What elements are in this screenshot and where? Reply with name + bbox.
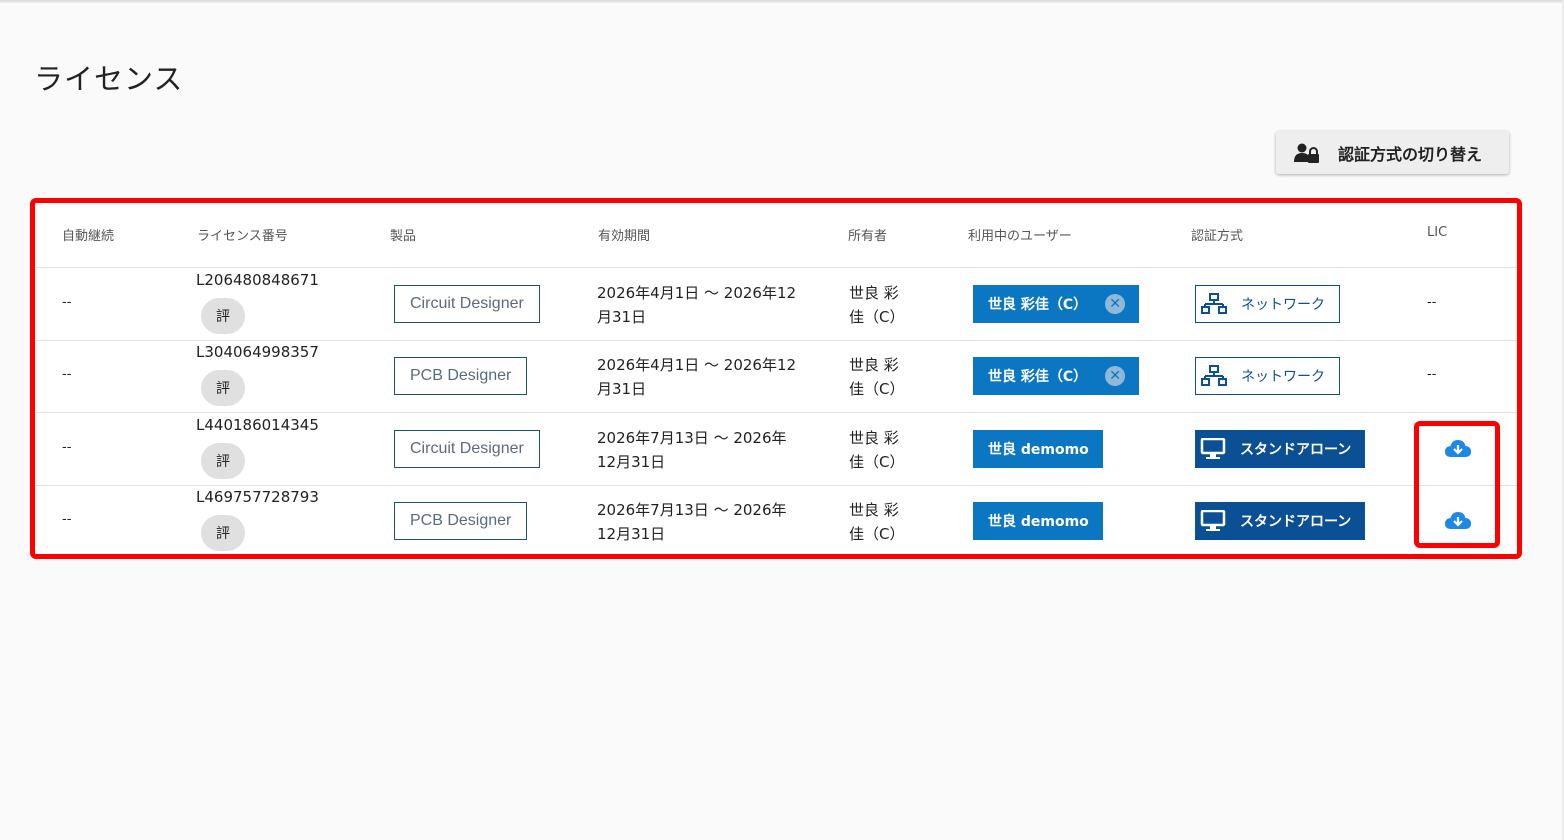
auth-method-label: ネットワーク <box>1241 369 1325 385</box>
active-user-label: 世良 彩佳（C） <box>988 369 1088 385</box>
auto-renew-value: -- <box>62 295 72 310</box>
product-button[interactable]: PCB Designer <box>394 502 528 540</box>
auto-renew-value: -- <box>62 440 72 455</box>
network-icon <box>1201 365 1227 386</box>
license-number: L304064998357 <box>196 343 319 361</box>
auto-renew-value: -- <box>62 367 72 382</box>
network-icon <box>1201 293 1227 314</box>
header-product: 製品 <box>390 229 417 244</box>
auth-method-standalone-button[interactable]: スタンドアローン <box>1195 502 1366 540</box>
auth-method-label: ネットワーク <box>1241 297 1325 313</box>
header-auto-renew: 自動継続 <box>62 229 115 244</box>
auth-method-standalone-button[interactable]: スタンドアローン <box>1195 430 1366 468</box>
owner-name: 世良 彩佳（C） <box>849 356 905 398</box>
top-shadow-bar <box>0 0 1564 3</box>
validity-period: 2026年7月13日 〜 2026年12月31日 <box>597 501 787 543</box>
license-number: L440186014345 <box>196 416 319 434</box>
license-number: L469757728793 <box>196 488 319 506</box>
switch-auth-method-button[interactable]: 認証方式の切り替え <box>1276 131 1509 174</box>
cloud-download-icon[interactable] <box>1444 438 1472 460</box>
owner-name: 世良 彩佳（C） <box>849 284 905 326</box>
remove-user-icon[interactable]: ✕ <box>1105 294 1126 314</box>
table-header: 自動継続 ライセンス番号 製品 有効期間 所有者 利用中のユーザー 認証方式 L… <box>36 203 1517 268</box>
active-user-chip[interactable]: 世良 彩佳（C） ✕ <box>973 357 1140 395</box>
auth-method-network-button[interactable]: ネットワーク <box>1195 357 1340 395</box>
evaluation-badge: 評 <box>201 515 245 551</box>
active-user-label: 世良 彩佳（C） <box>988 297 1088 313</box>
auth-method-label: スタンドアローン <box>1240 442 1352 458</box>
active-user-chip[interactable]: 世良 demomo <box>973 502 1103 540</box>
evaluation-badge: 評 <box>201 443 245 479</box>
product-button[interactable]: PCB Designer <box>394 357 528 395</box>
switch-auth-method-label: 認証方式の切り替え <box>1338 144 1483 164</box>
table-row: -- L469757728793 評 PCB Designer 2026年7月1… <box>36 485 1517 557</box>
owner-name: 世良 彩佳（C） <box>849 429 905 471</box>
evaluation-badge: 評 <box>201 298 245 334</box>
validity-period: 2026年7月13日 〜 2026年12月31日 <box>597 429 787 471</box>
auto-renew-value: -- <box>62 512 72 527</box>
user-lock-icon <box>1294 143 1319 163</box>
monitor-icon <box>1200 438 1226 459</box>
cloud-download-icon[interactable] <box>1444 510 1472 532</box>
active-user-label: 世良 demomo <box>988 442 1089 458</box>
header-lic: LIC <box>1427 225 1448 240</box>
remove-user-icon[interactable]: ✕ <box>1105 366 1126 386</box>
validity-period: 2026年4月1日 〜 2026年12月31日 <box>597 284 797 326</box>
validity-period: 2026年4月1日 〜 2026年12月31日 <box>597 356 797 398</box>
owner-name: 世良 彩佳（C） <box>849 501 905 543</box>
monitor-icon <box>1200 510 1226 531</box>
product-button[interactable]: Circuit Designer <box>394 285 540 323</box>
license-table: 自動継続 ライセンス番号 製品 有効期間 所有者 利用中のユーザー 認証方式 L… <box>36 203 1517 554</box>
header-period: 有効期間 <box>598 229 651 244</box>
active-user-chip[interactable]: 世良 demomo <box>973 430 1103 468</box>
lic-value: -- <box>1427 367 1437 382</box>
page-title: ライセンス <box>34 62 184 96</box>
product-button[interactable]: Circuit Designer <box>394 430 540 468</box>
header-auth-method: 認証方式 <box>1191 229 1244 244</box>
header-owner: 所有者 <box>848 229 888 244</box>
evaluation-badge: 評 <box>201 370 245 406</box>
header-license-number: ライセンス番号 <box>197 229 288 244</box>
auth-method-network-button[interactable]: ネットワーク <box>1195 285 1340 323</box>
auth-method-label: スタンドアローン <box>1240 514 1352 530</box>
active-user-chip[interactable]: 世良 彩佳（C） ✕ <box>973 285 1140 323</box>
license-number: L206480848671 <box>196 271 319 289</box>
table-row: -- L440186014345 評 Circuit Designer 2026… <box>36 413 1517 486</box>
active-user-label: 世良 demomo <box>988 514 1089 530</box>
lic-value: -- <box>1427 295 1437 310</box>
header-active-user: 利用中のユーザー <box>968 229 1072 244</box>
table-row: -- L304064998357 評 PCB Designer 2026年4月1… <box>36 340 1517 413</box>
table-row: -- L206480848671 評 Circuit Designer 2026… <box>36 268 1517 341</box>
